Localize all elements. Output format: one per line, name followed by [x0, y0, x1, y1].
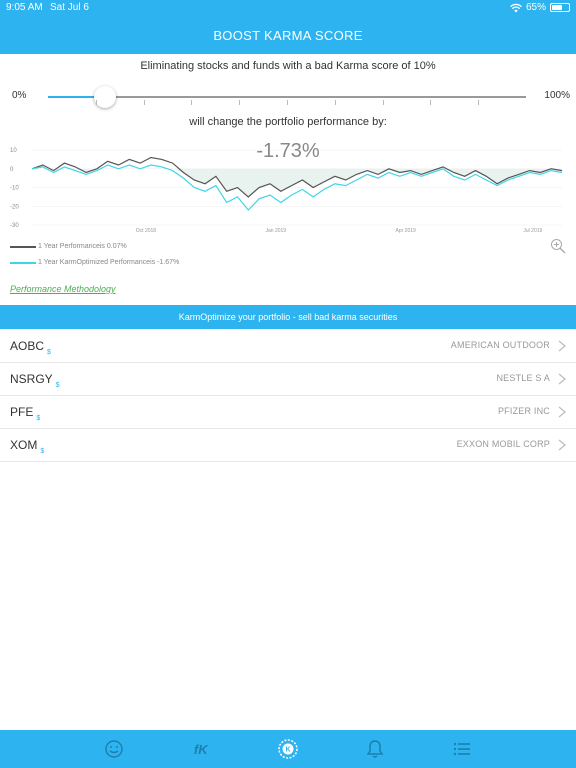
ticker: XOM $ — [10, 438, 44, 455]
slider-tick — [478, 100, 480, 105]
ticker-symbol: PFE — [10, 405, 34, 419]
bell-icon — [366, 740, 384, 758]
y-tick-label: -20 — [10, 204, 19, 210]
ticker-symbol: NSRGY — [10, 372, 53, 386]
legend-is: is — [99, 243, 105, 250]
legend-is: is — [150, 259, 156, 266]
list-item-aobc[interactable]: AOBC $ AMERICAN OUTDOOR — [0, 330, 576, 363]
slider-tick — [143, 100, 145, 105]
ticker: NSRGY $ — [10, 372, 60, 389]
banner-text: KarmOptimize your portfolio - sell bad k… — [178, 312, 398, 322]
change-value: -1.73% — [256, 140, 320, 162]
ticker-symbol: XOM — [10, 438, 38, 452]
tab-list[interactable] — [446, 733, 478, 765]
chevron-right-icon — [558, 373, 566, 385]
tab-smiley[interactable] — [98, 733, 130, 765]
y-tick-label: -30 — [10, 223, 19, 229]
x-tick-label: Oct 2018 — [136, 228, 157, 234]
y-tick-label: 0 — [10, 167, 14, 173]
status-date: Sat Jul 6 — [50, 2, 89, 13]
slider-max-label: 100% — [544, 90, 570, 101]
karmoptimize-banner[interactable]: KarmOptimize your portfolio - sell bad k… — [0, 305, 576, 329]
dollar-badge: $ — [40, 448, 45, 455]
svg-text:K: K — [285, 747, 290, 754]
battery-percent: 65% — [525, 2, 546, 13]
legend-swatch — [10, 245, 36, 248]
legend-label: 1 Year KarmOptimized Performance — [38, 259, 151, 266]
change-description: will change the portfolio performance by… — [189, 116, 387, 128]
slider-min-label: 0% — [12, 90, 27, 101]
securities-list: AOBC $ AMERICAN OUTDOOR NSRGY $ NESTLE S A… — [0, 330, 576, 462]
smiley-face-icon — [104, 740, 123, 758]
slider-tick — [287, 100, 288, 105]
chevron-right-icon — [558, 406, 566, 418]
karma-k-icon: K — [278, 739, 298, 759]
company-name: AMERICAN OUTDOOR — [450, 340, 550, 350]
status-time: 9:05 AM — [6, 2, 43, 13]
slider-thumb[interactable] — [94, 86, 117, 108]
chevron-right-icon — [558, 340, 566, 352]
company-name: EXXON MOBIL CORP — [456, 439, 550, 449]
tab-bar: fK K — [0, 730, 576, 768]
page-title: BOOST KARMA SCORE — [213, 27, 363, 43]
chevron-right-icon — [558, 439, 566, 451]
tab-fk[interactable]: fK — [185, 733, 217, 765]
legend-value: 0.07% — [106, 243, 127, 250]
status-bar: 9:05 AM Sat Jul 6 65% — [0, 0, 576, 16]
company-name: NESTLE S A — [496, 373, 550, 383]
list-item-nsrgy[interactable]: NSRGY $ NESTLE S A — [0, 363, 576, 396]
list-item-pfe[interactable]: PFE $ PFIZER INC — [0, 396, 576, 429]
slider-tick — [239, 100, 241, 105]
slider-tick — [382, 100, 384, 105]
legend-karm-optimized: 1 Year KarmOptimized Performance is -1.6… — [10, 259, 179, 266]
x-tick-label: Apr 2019 — [396, 228, 417, 234]
y-tick-label: -10 — [10, 186, 19, 192]
slider-tick — [95, 100, 97, 105]
slider-tick — [191, 100, 193, 105]
ticker: PFE $ — [10, 405, 40, 422]
x-tick-label: Jan 2019 — [266, 228, 287, 234]
slider-tick — [430, 100, 432, 105]
dollar-badge: $ — [47, 349, 51, 356]
legend-swatch — [10, 261, 36, 264]
tab-notifications[interactable] — [359, 733, 391, 765]
list-icon — [454, 742, 471, 756]
battery-fill — [552, 5, 563, 10]
zoom-in-icon[interactable] — [550, 238, 566, 254]
karma-slider[interactable] — [48, 86, 526, 108]
list-item-xom[interactable]: XOM $ EXXON MOBIL CORP — [0, 429, 576, 462]
dollar-badge: $ — [55, 382, 60, 389]
legend-performance: 1 Year Performance is 0.07% — [10, 243, 127, 250]
company-name: PFIZER INC — [497, 406, 550, 416]
status-right: 65% — [510, 2, 570, 13]
ticker-symbol: AOBC — [10, 339, 45, 353]
subtitle: Eliminating stocks and funds with a bad … — [140, 60, 436, 72]
nav-bar: BOOST KARMA SCORE — [0, 16, 576, 54]
ticker: AOBC $ — [10, 339, 51, 356]
legend-label: 1 Year Performance — [38, 243, 100, 250]
performance-methodology-link[interactable]: Performance Methodology — [10, 284, 116, 294]
legend-value: -1.67% — [157, 259, 180, 266]
tab-karma[interactable]: K — [272, 733, 304, 765]
fk-logo-icon: fK — [193, 741, 208, 757]
slider-tick — [334, 100, 336, 105]
battery-icon — [550, 3, 570, 12]
wifi-icon — [510, 3, 522, 12]
x-tick-label: Jul 2019 — [523, 228, 542, 234]
dollar-badge: $ — [36, 415, 41, 422]
